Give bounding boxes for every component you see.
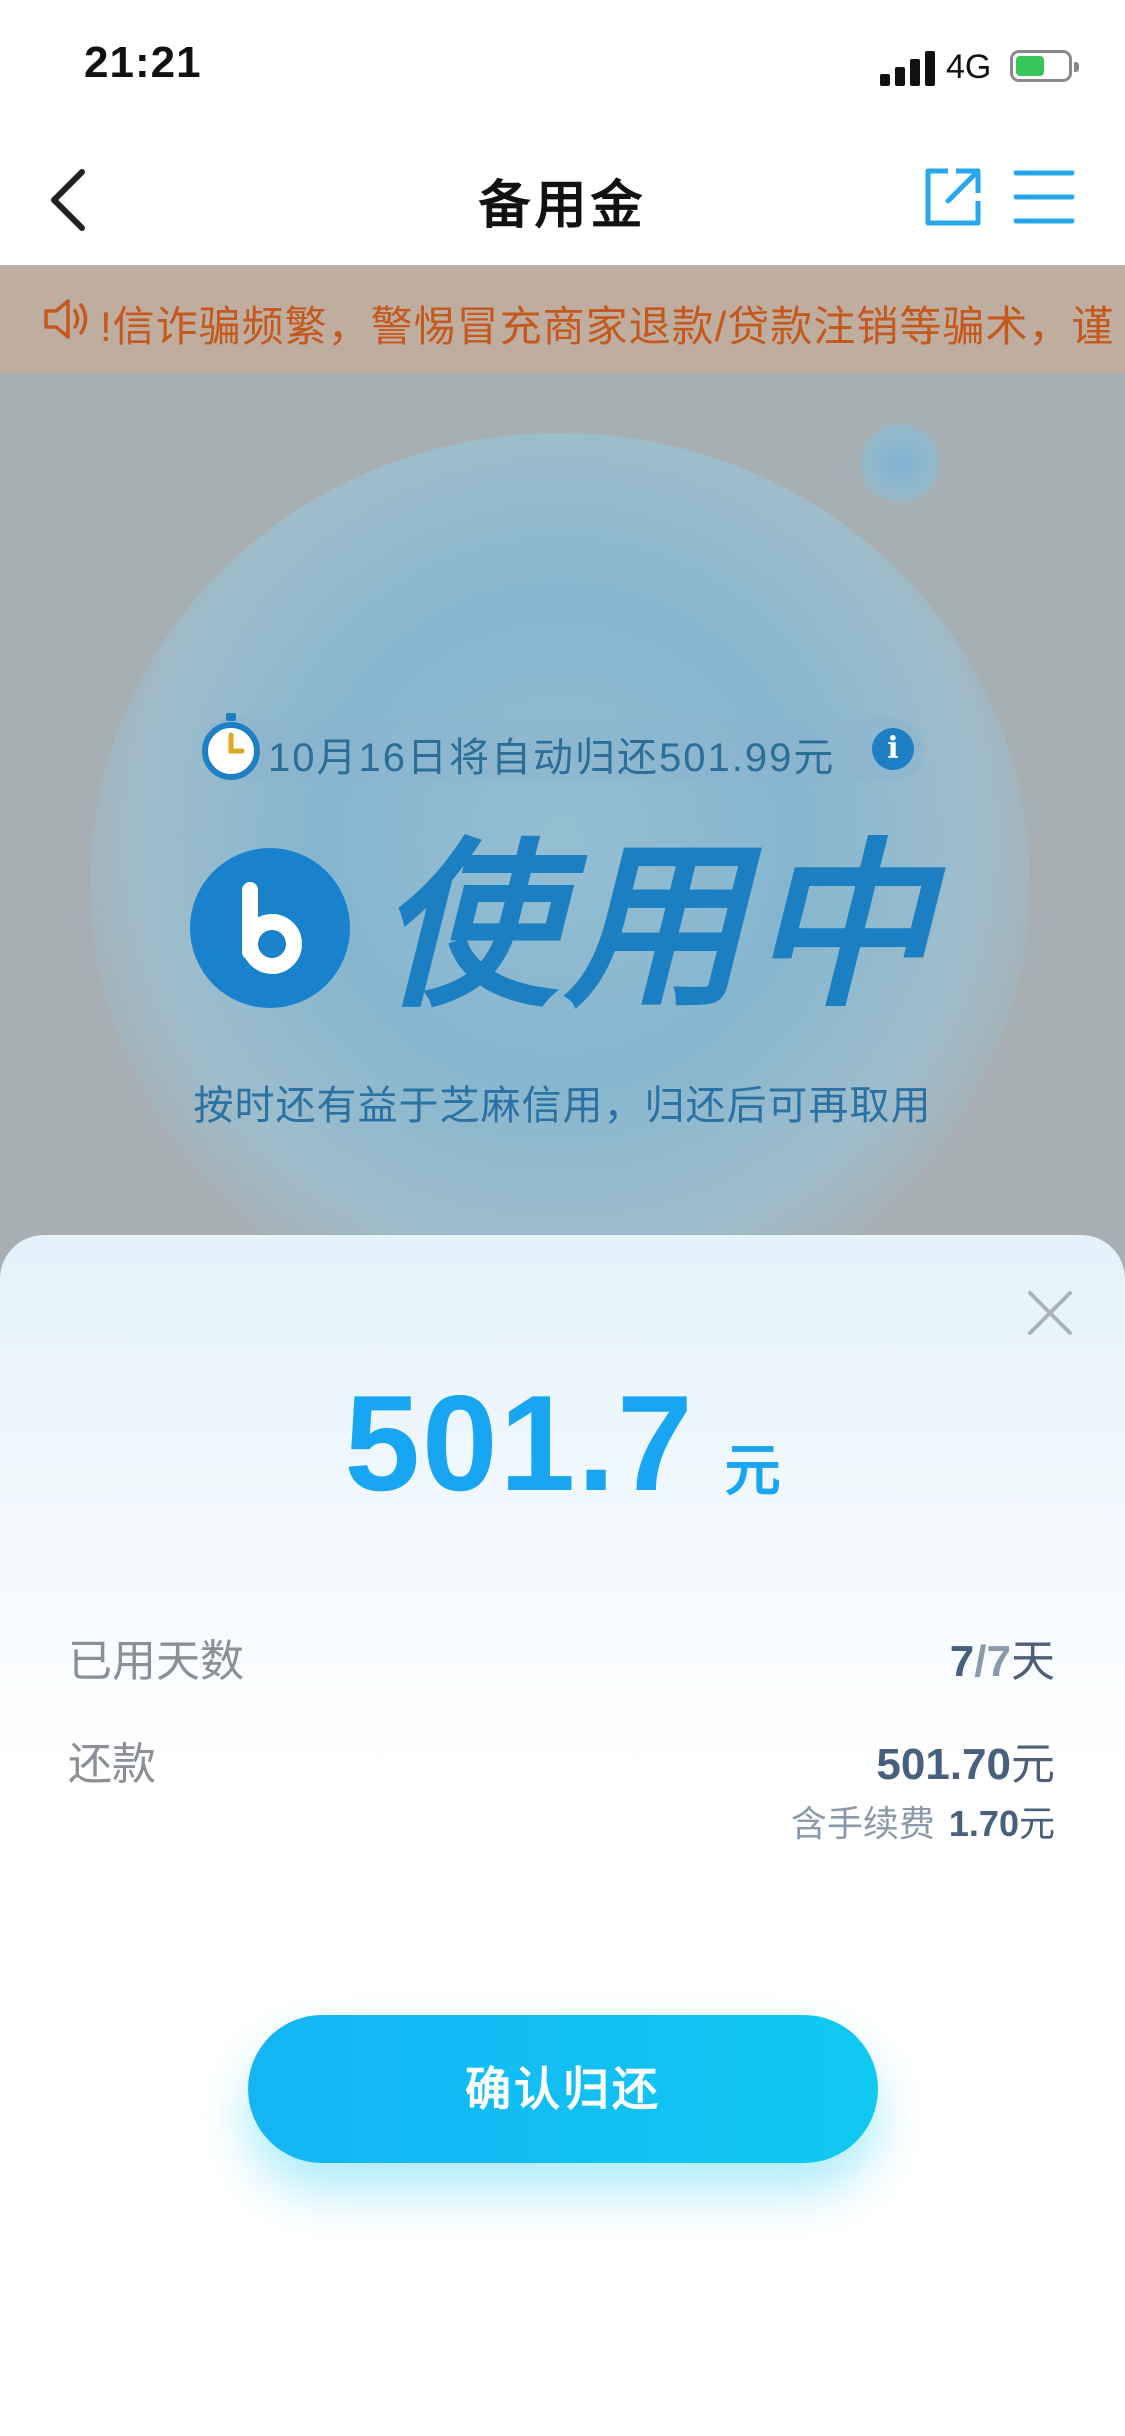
repay-label: 还款	[68, 1740, 156, 1789]
notice-text: !信诈骗频繁，警惕冒充商家退款/贷款注销等骗术，谨	[100, 303, 1115, 350]
days-used-value: 7/7天	[950, 1625, 1055, 1689]
signal-icon	[880, 50, 936, 86]
credit-tip: 按时还有益于芝麻信用，归还后可再取用	[193, 1084, 932, 1128]
speaker-icon	[44, 299, 88, 339]
auto-repay-text: 10月16日将自动归还501.99元	[268, 736, 836, 780]
days-used-label: 已用天数	[68, 1637, 244, 1686]
repay-sheet: 501.7 元 已用天数 7/7天 还款 501.70元 含手续费 1.70元 确认…	[0, 1235, 1125, 2436]
fraud-notice-bar[interactable]: !信诈骗频繁，警惕冒充商家退款/贷款注销等骗术，谨	[0, 265, 1125, 373]
close-icon[interactable]	[1022, 1285, 1078, 1341]
status-hero: 10月16日将自动归还501.99元 i 使用中 按时还有益于芝麻信用，归还后可…	[0, 373, 1125, 1273]
fee-label: 含手续费	[790, 1803, 935, 1844]
days-unit: 天	[1011, 1637, 1055, 1686]
repay-total: 501.70元	[876, 1728, 1055, 1792]
repay-total-value: 501.70	[876, 1740, 1011, 1789]
status-time: 21:21	[84, 38, 202, 87]
brand-logo-icon	[190, 848, 350, 1008]
hero-bubble	[860, 423, 940, 503]
battery-icon	[1010, 50, 1079, 82]
network-type: 4G	[946, 48, 992, 86]
status-bar: 21:21 4G	[0, 0, 1125, 135]
repay-total-unit: 元	[1011, 1740, 1055, 1789]
fee-value: 1.70	[948, 1803, 1019, 1844]
fee-unit: 元	[1018, 1803, 1055, 1844]
share-external-icon[interactable]	[920, 165, 984, 229]
days-separator: /	[974, 1637, 987, 1686]
repay-amount-value: 501.7	[344, 1367, 695, 1519]
confirm-return-button[interactable]: 确认归还	[248, 2015, 878, 2163]
stopwatch-icon	[202, 713, 260, 780]
repay-amount: 501.7 元	[0, 1365, 1125, 1521]
repay-amount-unit: 元	[724, 1439, 781, 1502]
fee-info: 含手续费 1.70元	[791, 1795, 1055, 1847]
days-used-count: 7	[949, 1637, 975, 1686]
info-icon[interactable]: i	[872, 728, 914, 770]
days-total-count: 7	[986, 1637, 1011, 1686]
nav-bar: 备用金	[0, 135, 1125, 265]
loan-status-label: 使用中	[378, 827, 937, 1028]
menu-icon[interactable]	[1012, 165, 1076, 229]
